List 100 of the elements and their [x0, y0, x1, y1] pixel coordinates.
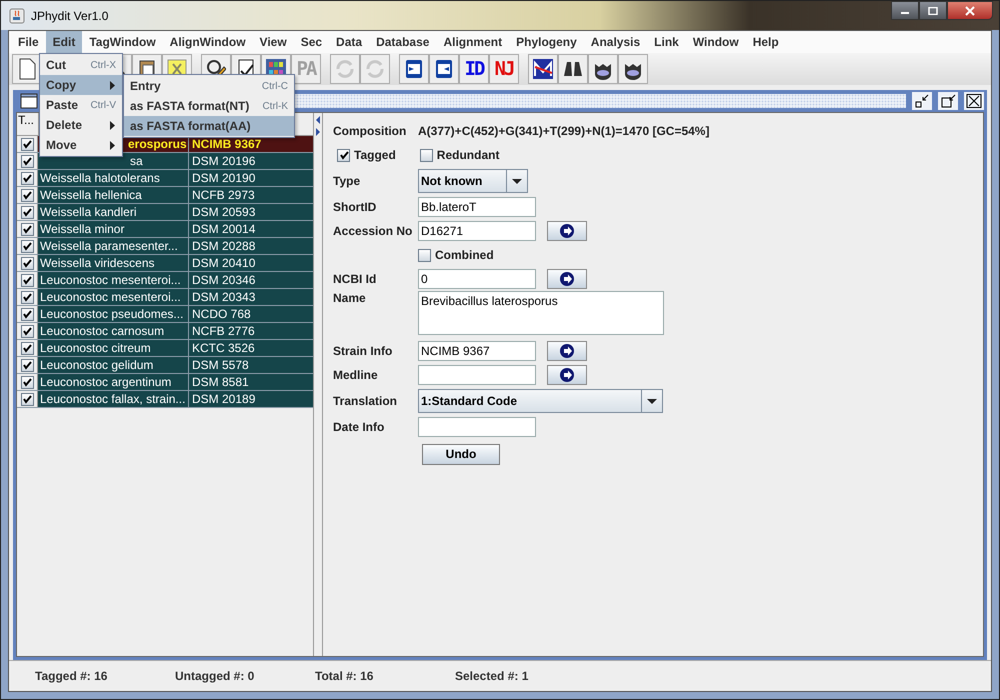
- toolbar-face-button[interactable]: [588, 54, 618, 84]
- menu-item[interactable]: Move: [40, 135, 122, 155]
- menu-item[interactable]: Help: [746, 31, 786, 53]
- menu-item[interactable]: Sec: [294, 31, 330, 53]
- table-row[interactable]: Leuconostoc mesenteroi... DSM 20346: [17, 272, 313, 289]
- iconify-button[interactable]: [912, 92, 932, 110]
- menu-item[interactable]: Copy: [40, 75, 122, 95]
- checkbox[interactable]: [20, 308, 34, 320]
- checkbox[interactable]: [20, 376, 34, 388]
- menu-item[interactable]: Link: [647, 31, 686, 53]
- menu-item[interactable]: File: [11, 31, 46, 53]
- toolbar-export-button[interactable]: [429, 54, 459, 84]
- close-button[interactable]: [964, 92, 984, 110]
- field-label: Date Info: [333, 420, 386, 434]
- input-field[interactable]: 0: [418, 269, 536, 289]
- table-cell: Weissella halotolerans: [38, 170, 189, 186]
- checkbox[interactable]: [20, 290, 34, 304]
- table-row[interactable]: Weissella minor DSM 20014: [17, 221, 313, 238]
- table-row[interactable]: sa DSM 20196: [17, 153, 313, 170]
- menu-item[interactable]: Delete: [40, 115, 122, 135]
- table-row[interactable]: Leuconostoc gelidum DSM 5578: [17, 357, 313, 374]
- checkbox[interactable]: [20, 206, 34, 218]
- table-row[interactable]: Leuconostoc argentinum DSM 8581: [17, 374, 313, 391]
- menu-item[interactable]: Alignment: [436, 31, 510, 53]
- menu-item[interactable]: View: [252, 31, 294, 53]
- table-row[interactable]: Weissella halotolerans DSM 20190: [17, 170, 313, 187]
- menu-item[interactable]: Data: [329, 31, 370, 53]
- toolbar-binoculars-button[interactable]: [558, 54, 588, 84]
- table-row[interactable]: Leuconostoc mesenteroi... DSM 20343: [17, 289, 313, 306]
- table-row[interactable]: Weissella viridescens DSM 20410: [17, 255, 313, 272]
- checkbox[interactable]: [20, 358, 34, 372]
- menu-item[interactable]: Edit: [46, 31, 82, 53]
- menu-item[interactable]: Paste Ctrl-V: [40, 95, 122, 115]
- table-row[interactable]: Leuconostoc fallax, strain... DSM 20189: [17, 391, 313, 408]
- checkbox[interactable]: Redundant: [420, 148, 500, 162]
- menu-item[interactable]: AlignWindow: [162, 31, 253, 53]
- status-text: Tagged #: 16: [35, 669, 108, 683]
- table-cell: Leuconostoc mesenteroi...: [38, 289, 189, 305]
- table-cell-text: KCTC 3526: [191, 340, 255, 356]
- checkbox[interactable]: Tagged: [337, 148, 396, 162]
- checkbox[interactable]: [20, 274, 34, 286]
- menu-item[interactable]: Cut Ctrl-X: [40, 55, 122, 75]
- undo-button[interactable]: Undo: [422, 444, 500, 464]
- menu-item[interactable]: Database: [369, 31, 436, 53]
- table-row[interactable]: Leuconostoc pseudomes... NCDO 768: [17, 306, 313, 323]
- menu-item[interactable]: TagWindow: [82, 31, 163, 53]
- maximize-button[interactable]: [938, 92, 958, 110]
- toolbar-import-button[interactable]: [399, 54, 429, 84]
- input-field[interactable]: NCIMB 9367: [418, 341, 536, 361]
- checkbox[interactable]: [20, 188, 34, 202]
- checkbox[interactable]: Combined: [418, 248, 494, 262]
- go-button[interactable]: [547, 221, 587, 241]
- table-row[interactable]: Leuconostoc carnosum NCFB 2776: [17, 323, 313, 340]
- checkbox[interactable]: [20, 256, 34, 270]
- minimize-button[interactable]: [891, 1, 919, 20]
- menu-item[interactable]: Analysis: [584, 31, 648, 53]
- maximize-button[interactable]: [919, 1, 947, 20]
- go-button[interactable]: [547, 269, 587, 289]
- table-cell: Weissella minor: [38, 221, 189, 237]
- composition-text: A(377)+C(452)+G(341)+T(299)+N(1)=1470 [GC=54%]: [418, 124, 710, 138]
- toolbar-button[interactable]: NJ: [489, 54, 519, 84]
- toolbar-face-button[interactable]: [618, 54, 648, 84]
- input-field[interactable]: Bb.lateroT: [418, 197, 536, 217]
- table-row[interactable]: Weissella paramesenter... DSM 20288: [17, 238, 313, 255]
- checkbox[interactable]: [20, 324, 34, 338]
- checkbox[interactable]: [20, 172, 34, 184]
- dropdown[interactable]: 1:Standard Code: [418, 389, 663, 413]
- checkbox[interactable]: [20, 222, 34, 236]
- table-row[interactable]: Weissella hellenica NCFB 2973: [17, 187, 313, 204]
- input-field[interactable]: [418, 365, 536, 385]
- field-label: Accession No: [333, 224, 414, 238]
- table-cell: Leuconostoc fallax, strain...: [38, 391, 189, 407]
- checkbox[interactable]: [20, 392, 34, 406]
- go-button[interactable]: [547, 341, 587, 361]
- toolbar-button[interactable]: ID: [459, 54, 489, 84]
- checkbox[interactable]: [20, 240, 34, 252]
- table-row[interactable]: Leuconostoc citreum KCTC 3526: [17, 340, 313, 357]
- table-row[interactable]: Weissella kandleri DSM 20593: [17, 204, 313, 221]
- input-field[interactable]: D16271: [418, 221, 536, 241]
- close-icon: [964, 6, 976, 16]
- menu-item[interactable]: Entry Ctrl-C: [124, 76, 294, 96]
- menu-item[interactable]: as FASTA format(NT) Ctrl-K: [124, 96, 294, 116]
- table-cell-text: DSM 20196: [191, 153, 256, 169]
- checkbox[interactable]: [20, 154, 34, 168]
- window-title: JPhydit Ver1.0: [31, 8, 108, 22]
- menu-item[interactable]: as FASTA format(AA): [124, 116, 294, 136]
- go-button[interactable]: [547, 365, 587, 385]
- text-area[interactable]: Brevibacillus laterosporus: [418, 291, 664, 335]
- table-cell: Weissella kandleri: [38, 204, 189, 220]
- checkbox[interactable]: [20, 138, 34, 150]
- menu-item[interactable]: Phylogeny: [509, 31, 584, 53]
- toolbar-page-button[interactable]: [12, 54, 42, 84]
- checkbox[interactable]: [20, 342, 34, 354]
- dropdown[interactable]: Not known: [418, 169, 528, 193]
- input-field[interactable]: [418, 417, 536, 437]
- close-button[interactable]: [947, 1, 993, 20]
- menu-item[interactable]: Window: [686, 31, 746, 53]
- toolbar-chart-button[interactable]: [528, 54, 558, 84]
- status-text: Selected #: 1: [455, 669, 530, 683]
- table-cell-text: DSM 20593: [191, 204, 256, 220]
